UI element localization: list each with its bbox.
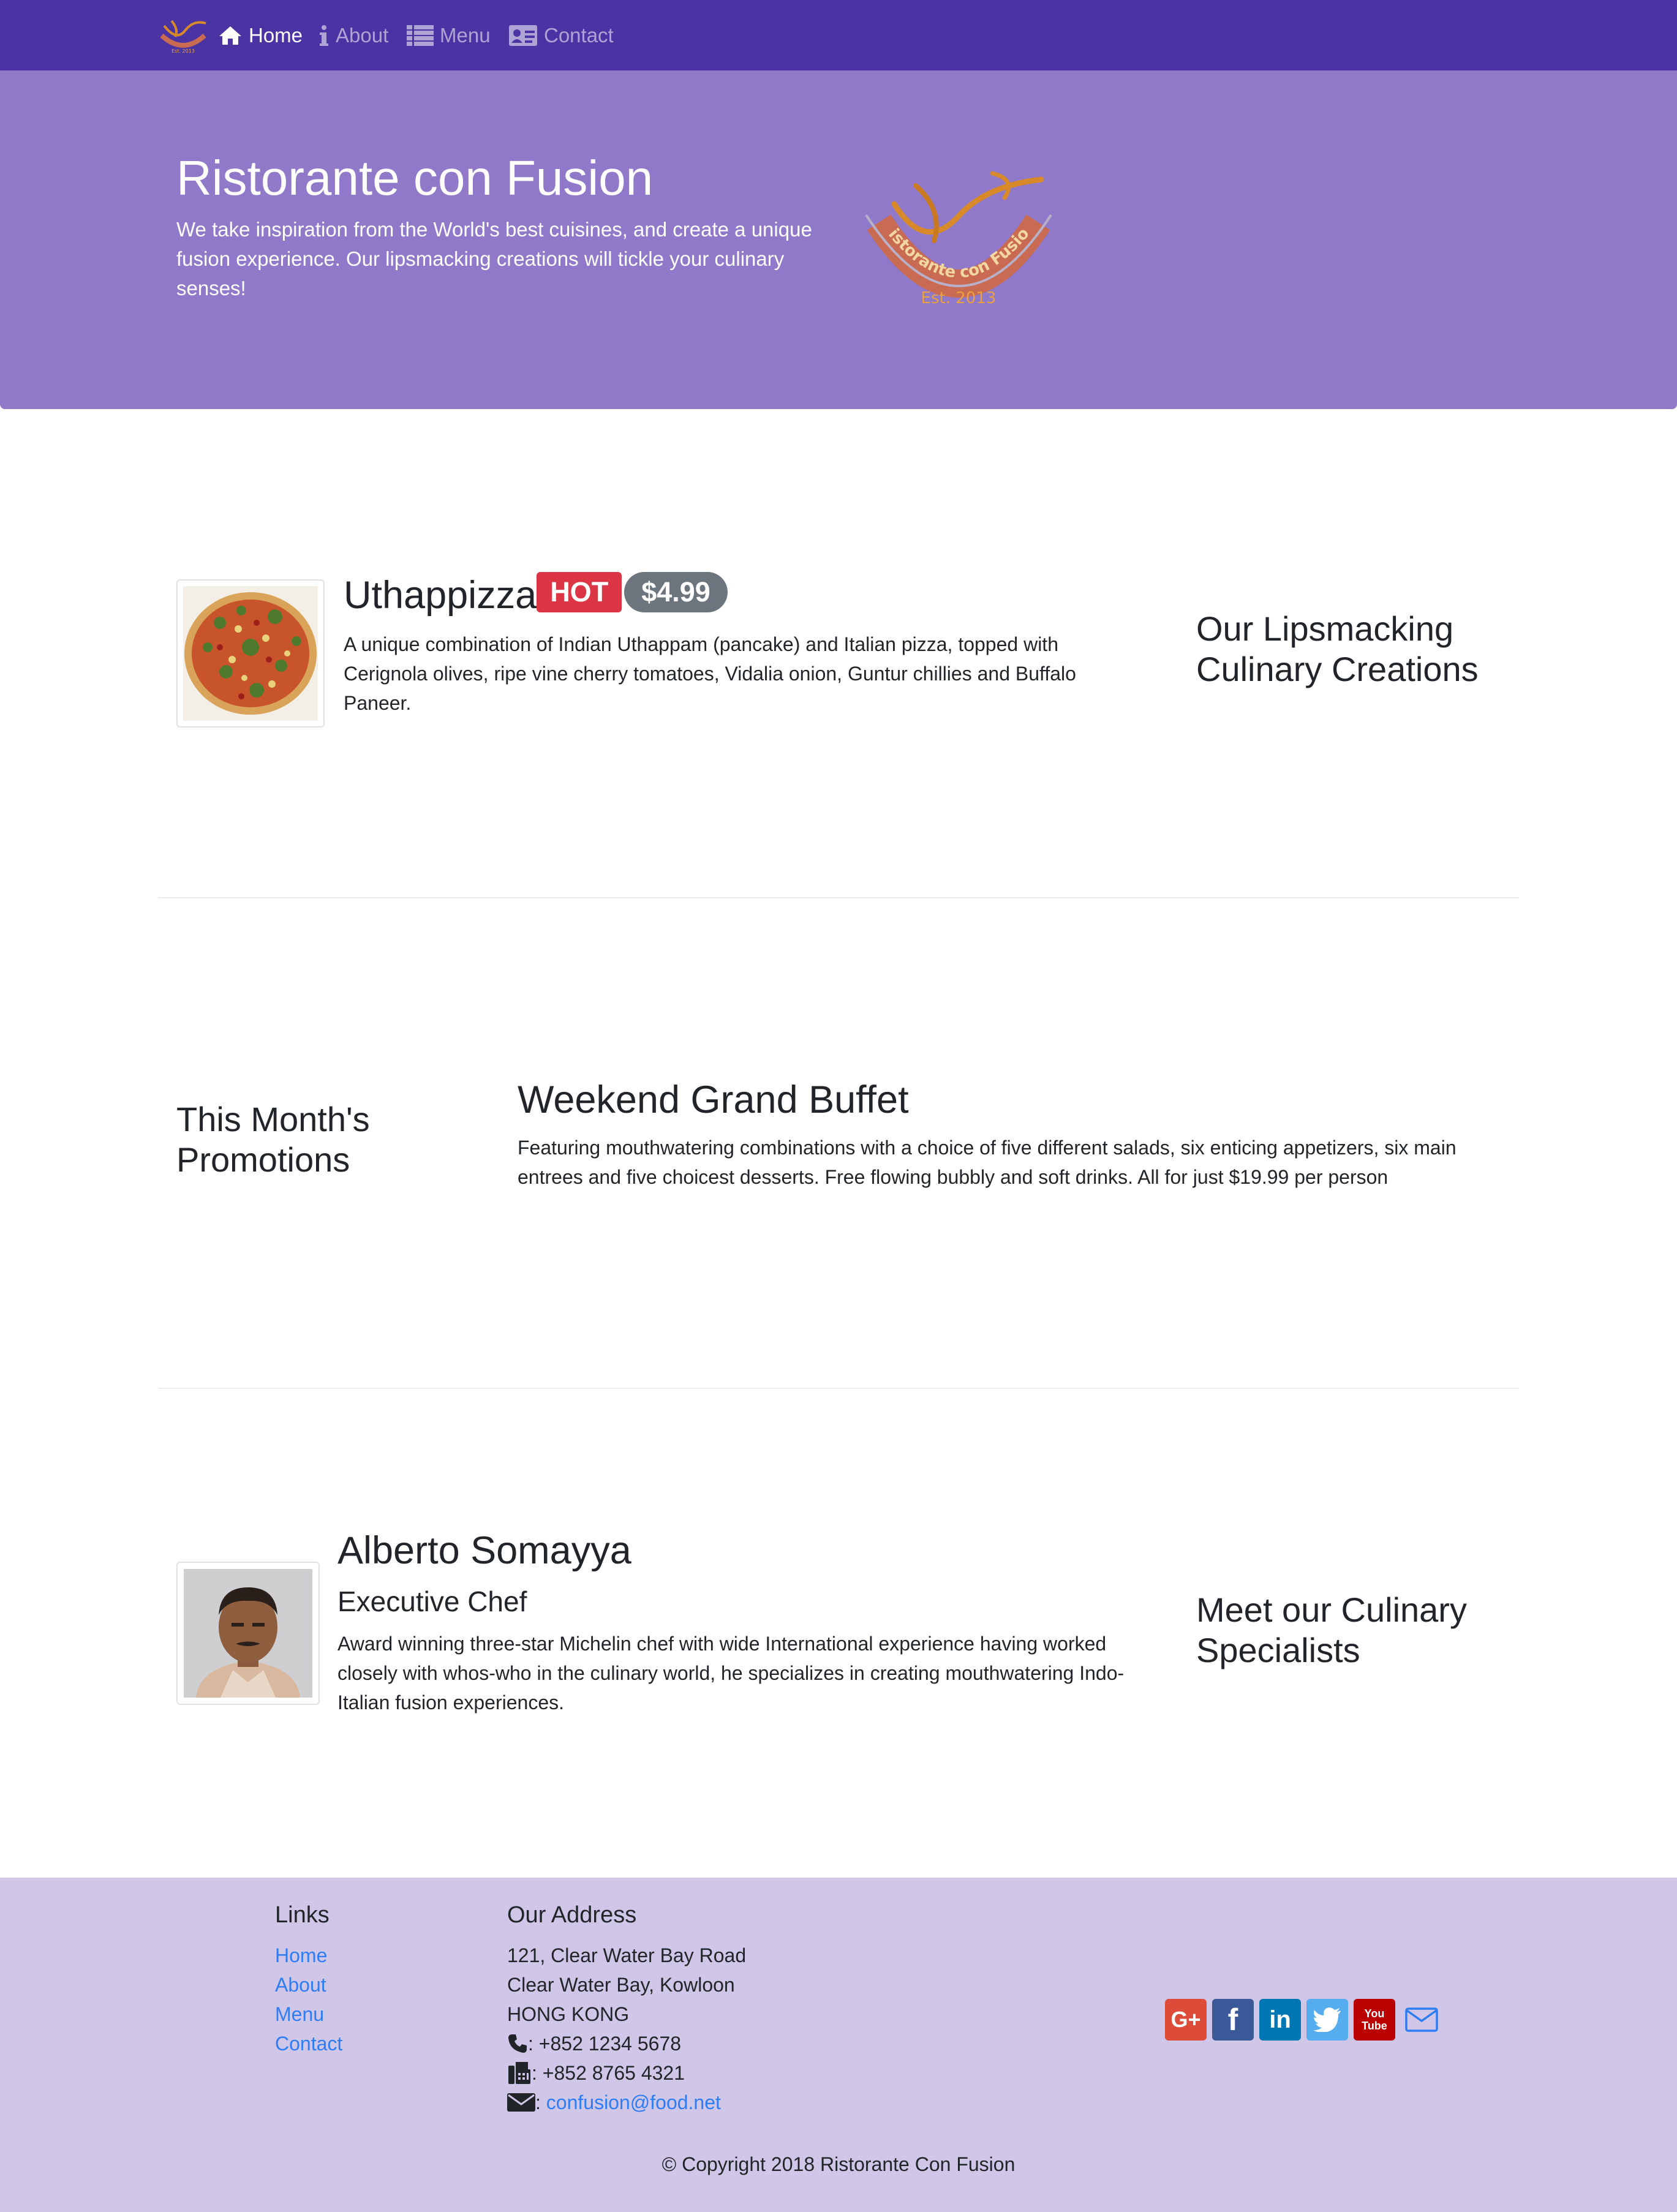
- footer-link-home[interactable]: Home: [275, 1944, 327, 1966]
- footer-links-title: Links: [275, 1902, 330, 1928]
- nav-menu-link[interactable]: Menu: [407, 0, 491, 70]
- footer-links-list: Home About Menu Contact: [275, 1941, 342, 2058]
- youtube-icon[interactable]: You Tube: [1354, 1999, 1395, 2041]
- footer-link-contact[interactable]: Contact: [275, 2033, 342, 2055]
- nav-contact-label: Contact: [544, 23, 614, 47]
- dish-name: Uthappizza: [344, 574, 537, 617]
- section-divider: [158, 897, 1519, 898]
- footer-address-title: Our Address: [507, 1902, 637, 1928]
- fax-icon: [508, 2062, 530, 2084]
- email-prefix: :: [535, 2091, 546, 2113]
- google-plus-label: G+: [1170, 2007, 1201, 2032]
- footer-address: 121, Clear Water Bay Road Clear Water Ba…: [507, 1941, 746, 2117]
- footer-link-item: Contact: [275, 2029, 342, 2058]
- fax-number: : +852 8765 4321: [532, 2062, 685, 2084]
- chef-designation: Executive Chef: [337, 1586, 527, 1617]
- phone-number: : +852 1234 5678: [528, 2033, 682, 2055]
- linkedin-icon[interactable]: in: [1259, 1999, 1301, 2041]
- facebook-label: f: [1227, 2003, 1238, 2037]
- twitter-icon[interactable]: [1306, 1999, 1348, 2041]
- address-line: HONG KONG: [507, 2003, 630, 2025]
- mail-outline-shape: [1405, 2007, 1438, 2032]
- footer: Links Home About Menu Contact Our Addres…: [0, 1878, 1677, 2212]
- chef-photo: [184, 1569, 312, 1698]
- address-line: Clear Water Bay, Kowloon: [507, 1974, 735, 1996]
- jumbotron-text: We take inspiration from the World's bes…: [176, 218, 812, 299]
- footer-link-about[interactable]: About: [275, 1974, 326, 1996]
- promotion-section-title: This Month's Promotions: [176, 1100, 370, 1179]
- navbar: Est. 2013 Home About Menu Contact: [0, 0, 1677, 70]
- footer-link-item: About: [275, 1970, 342, 1999]
- envelope-icon: [507, 2093, 535, 2112]
- dish-description: A unique combination of Indian Uthappam …: [344, 633, 1076, 714]
- list-icon: [407, 24, 434, 46]
- facebook-icon[interactable]: f: [1212, 1999, 1254, 2041]
- email-link[interactable]: confusion@food.net: [546, 2088, 721, 2117]
- promotion-name: Weekend Grand Buffet: [518, 1078, 909, 1121]
- dish-section-title: Our Lipsmacking Culinary Creations: [1196, 609, 1479, 688]
- dish-thumbnail: [176, 579, 325, 728]
- address-line: 121, Clear Water Bay Road: [507, 1944, 747, 1966]
- dish-heading: Uthappizza HOT $4.99: [344, 572, 728, 619]
- info-icon: [320, 24, 328, 46]
- mail-icon[interactable]: [1401, 1999, 1442, 2041]
- nav-contact-link[interactable]: Contact: [508, 0, 614, 70]
- logo-est-text: Est. 2013: [921, 289, 997, 307]
- hot-badge: HOT: [537, 572, 622, 612]
- google-plus-icon[interactable]: G+: [1165, 1999, 1207, 2041]
- fax-line: : +852 8765 4321: [507, 2058, 746, 2088]
- chef-name: Alberto Somayya: [337, 1529, 631, 1572]
- footer-link-item: Home: [275, 1941, 342, 1970]
- promotion-description: Featuring mouthwatering combinations wit…: [518, 1137, 1457, 1188]
- pizza-image: [183, 586, 318, 721]
- section-divider: [158, 1388, 1519, 1389]
- footer-link-item: Menu: [275, 1999, 342, 2029]
- price-badge: $4.99: [624, 572, 728, 612]
- phone-icon: [508, 2034, 527, 2053]
- nav-about-link[interactable]: About: [318, 0, 388, 70]
- home-icon: [219, 26, 241, 45]
- nav-home-label: Home: [249, 23, 303, 47]
- nav-menu-label: Menu: [440, 23, 491, 47]
- nav-about-label: About: [336, 23, 389, 47]
- page-title: Ristorante con Fusion: [176, 151, 654, 205]
- restaurant-logo-large: Ristorante con Fusion Est. 2013: [857, 161, 1052, 307]
- copyright-text: © Copyright 2018 Ristorante Con Fusion: [661, 2153, 1016, 2175]
- svg-text:Est. 2013: Est. 2013: [171, 48, 195, 54]
- restaurant-logo[interactable]: Est. 2013: [158, 17, 208, 55]
- leader-section-title: Meet our Culinary Specialists: [1196, 1590, 1467, 1669]
- chef-thumbnail: [176, 1562, 320, 1705]
- phone-line: : +852 1234 5678: [507, 2029, 746, 2058]
- jumbotron: Ristorante con Fusion We take inspiratio…: [0, 70, 1677, 409]
- footer-link-menu[interactable]: Menu: [275, 2003, 324, 2025]
- linkedin-label: in: [1269, 2006, 1291, 2033]
- youtube-label: You Tube: [1362, 2007, 1387, 2032]
- address-card-icon: [509, 24, 537, 46]
- twitter-bird-shape: [1313, 2007, 1341, 2032]
- chef-description: Award winning three-star Michelin chef w…: [337, 1633, 1125, 1714]
- nav-home-link[interactable]: Home: [218, 0, 303, 70]
- email-line: : confusion@food.net: [507, 2088, 746, 2117]
